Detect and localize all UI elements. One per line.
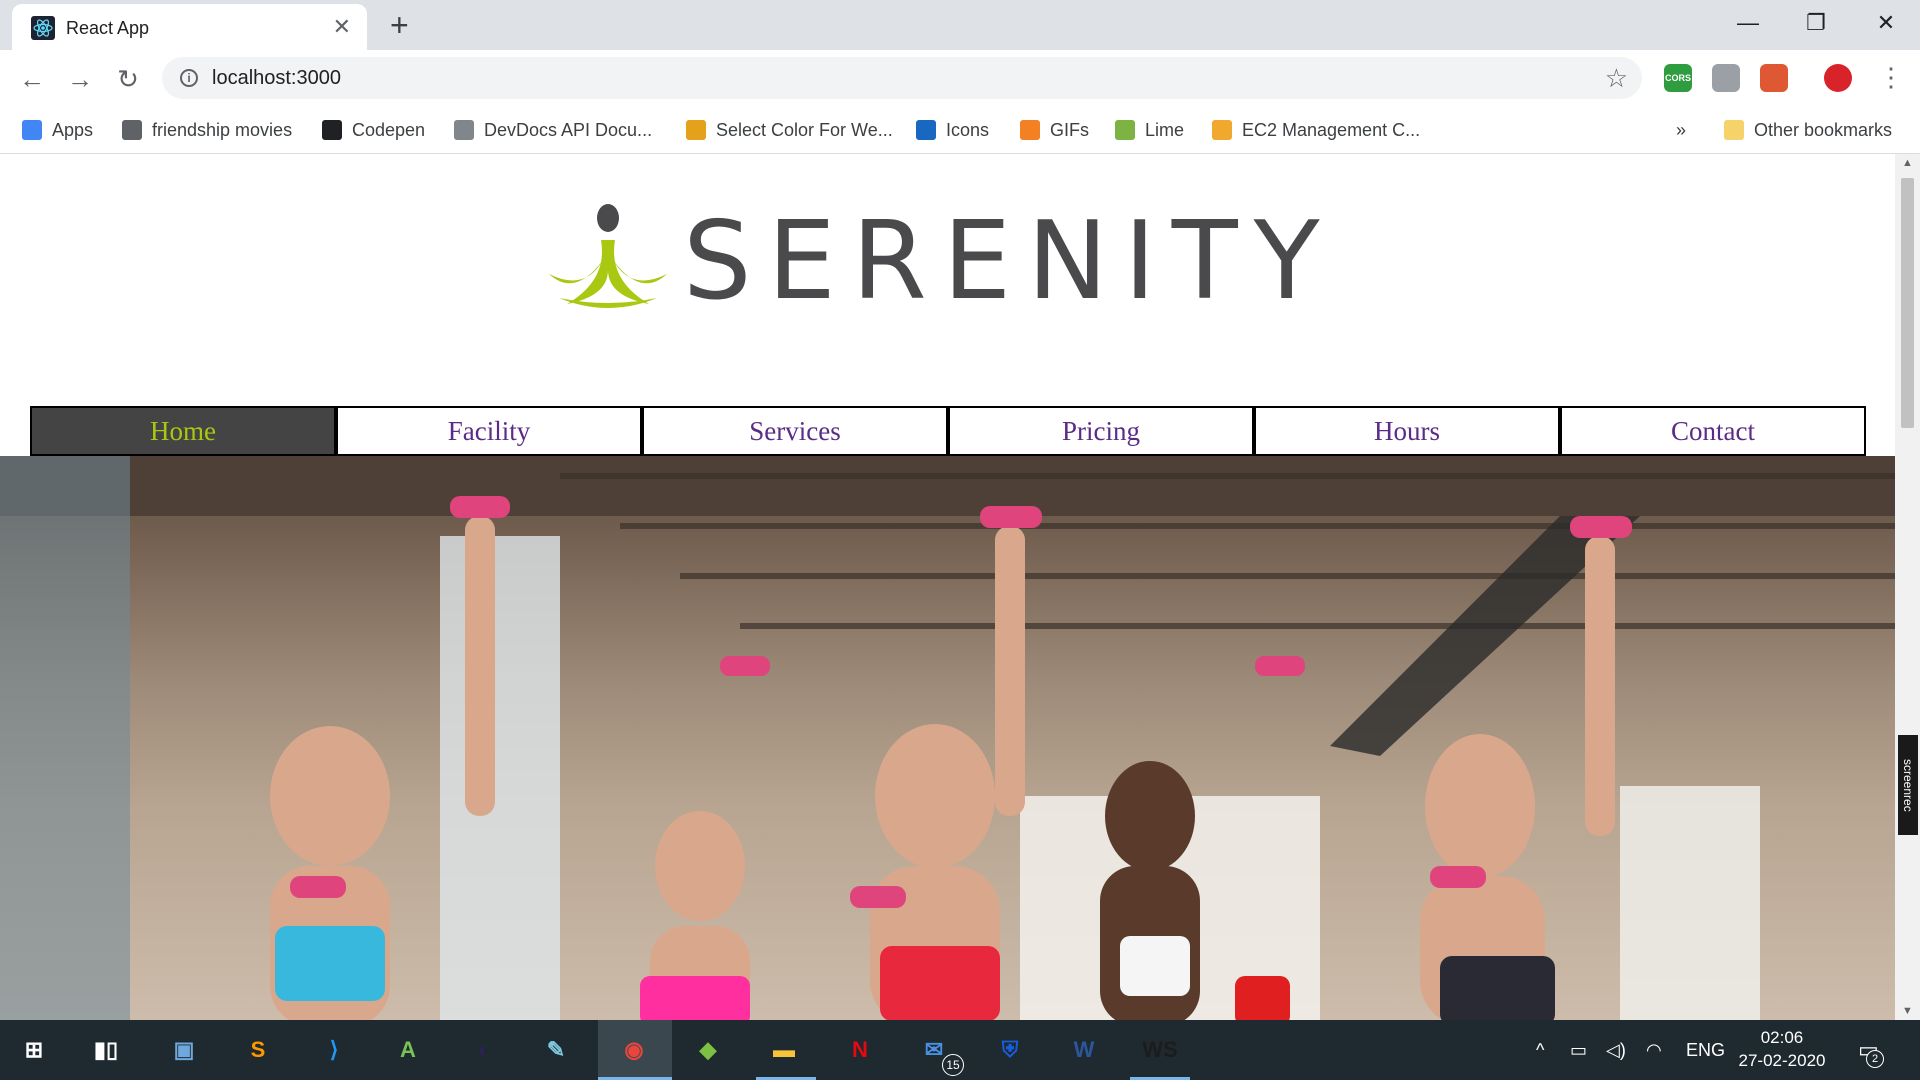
wifi-icon[interactable]: ◠ [1646,1036,1662,1064]
nav-item-facility[interactable]: Facility [336,406,642,456]
vuetify-icon [916,120,936,140]
battery-icon[interactable]: ▭ [1570,1036,1587,1064]
vscode-app[interactable]: ⟩ [312,1028,356,1072]
bluestacks-app[interactable]: ◆ [686,1028,730,1072]
nav-item-pricing[interactable]: Pricing [948,406,1254,456]
cube-extension-icon[interactable] [1712,64,1740,92]
sublime-text-app[interactable]: S [236,1028,280,1072]
site-navigation: Home Facility Services Pricing Hours Contact [30,406,1866,456]
duckduckgo-extension-icon[interactable] [1760,64,1788,92]
brand-name: SERENITY [683,199,1336,324]
bookmark-star-icon[interactable]: ☆ [1605,63,1628,94]
bookmarks-overflow-button[interactable]: » [1676,116,1686,144]
codepen-icon [322,120,342,140]
nav-item-hours[interactable]: Hours [1254,406,1560,456]
clock-time: 02:06 [1760,1028,1804,1047]
show-hidden-icons-chevron[interactable]: ^ [1536,1036,1544,1064]
gifs-stack-icon [1020,120,1040,140]
serenity-logo[interactable]: SERENITY [545,192,1335,322]
reload-icon[interactable]: ↻ [112,64,144,94]
netflix-app[interactable]: N [838,1028,882,1072]
window-close-button[interactable]: ✕ [1866,6,1906,40]
scroll-thumb[interactable] [1901,178,1914,428]
nav-item-home[interactable]: Home [30,406,336,456]
other-bookmarks[interactable]: Other bookmarks [1724,116,1892,144]
meditation-figure-icon [549,204,667,308]
folder-icon [1724,120,1744,140]
language-indicator[interactable]: ENG [1686,1036,1725,1064]
browser-tab[interactable]: React App ✕ [12,4,367,50]
lime-icon [1115,120,1135,140]
system-clock[interactable]: 02:06 27-02-2020 [1736,1026,1828,1072]
aws-box-icon [1212,120,1232,140]
bitwarden-app[interactable]: ⛨ [988,1028,1032,1072]
start-button[interactable]: ⊞ [12,1028,56,1072]
word-app[interactable]: W [1062,1028,1106,1072]
devdocs-icon [454,120,474,140]
cors-extension-icon[interactable]: CORS [1664,64,1692,92]
android-studio-app[interactable]: A [386,1028,430,1072]
react-logo-icon [31,16,55,40]
bookmark-label: Icons [946,120,990,140]
bookmark-item[interactable]: EC2 Management C... [1212,116,1420,144]
browser-toolbar: ← → ↻ i localhost:3000 ☆ CORS ⋮ [0,50,1920,106]
globe-icon [122,120,142,140]
other-bookmarks-label: Other bookmarks [1754,120,1893,140]
windows-taskbar: ⊞ ▮▯ ▣ S ⟩ A ◐ ✎ ◉ ◆ ▬ N ✉ ⛨ W WS 15 ^ ▭ ◁) ◠ ENG 02:06… [0,1020,1920,1080]
tab-strip: React App ✕ + — ❐ ✕ [0,0,1920,50]
volume-icon[interactable]: ◁) [1606,1036,1626,1064]
browser-menu-icon[interactable]: ⋮ [1878,62,1904,92]
nav-item-contact[interactable]: Contact [1560,406,1866,456]
bookmark-item[interactable]: Apps [22,116,93,144]
bookmark-label: friendship movies [152,120,293,140]
bookmark-item[interactable]: GIFs [1020,116,1089,144]
back-arrow-icon[interactable]: ← [16,64,48,94]
bookmark-item[interactable]: Codepen [322,116,425,144]
site-info-icon[interactable]: i [180,69,198,87]
tab-title: React App [66,18,150,38]
notepad-app[interactable]: ✎ [534,1028,578,1072]
bookmark-label: GIFs [1050,120,1089,140]
screenrec-watermark: screenrec [1898,735,1918,835]
bookmark-item[interactable]: DevDocs API Docu... [454,116,652,144]
window-minimize-button[interactable]: — [1728,6,1768,40]
file-explorer-app[interactable]: ▬ [762,1028,806,1072]
tab-close-icon[interactable]: ✕ [333,14,351,40]
bookmark-label: Codepen [352,120,426,140]
chrome-app[interactable]: ◉ [612,1028,656,1072]
clock-date: 27-02-2020 [1738,1051,1826,1070]
new-tab-button[interactable]: + [390,8,409,42]
mail-unread-badge: 15 [942,1054,964,1076]
nav-item-services[interactable]: Services [642,406,948,456]
page-scrollbar[interactable]: ▲ ▼ [1895,154,1920,1020]
eclipse-app[interactable]: ◐ [462,1028,506,1072]
scroll-down-arrow-icon[interactable]: ▼ [1895,1002,1920,1020]
url-text[interactable]: localhost:3000 [212,67,341,90]
forward-arrow-icon[interactable]: → [64,64,96,94]
bookmark-label: DevDocs API Docu... [484,120,653,140]
hero-image [0,456,1895,1020]
profile-avatar[interactable] [1824,64,1852,92]
apps-grid-icon [22,120,42,140]
fitness-class-photo [0,456,1895,1020]
webstorm-app[interactable]: WS [1138,1028,1182,1072]
address-bar[interactable]: i localhost:3000 ☆ [162,57,1642,99]
bookmark-label: EC2 Management C... [1242,120,1421,140]
task-view-button[interactable]: ▮▯ [84,1028,128,1072]
web-page: SERENITY Home Facility Services Pricing Hour… [0,154,1895,1020]
bookmark-label: Select Color For We... [716,120,893,140]
bookmark-item[interactable]: Icons [916,116,989,144]
bookmark-item[interactable]: friendship movies [122,116,292,144]
color-cup-icon [686,120,706,140]
bookmark-label: Apps [52,120,94,140]
bookmarks-bar: Apps friendship movies Codepen DevDocs API … [0,106,1920,154]
bookmark-item[interactable]: Lime [1115,116,1184,144]
bookmark-item[interactable]: Select Color For We... [686,116,893,144]
window-restore-button[interactable]: ❐ [1796,6,1836,40]
bookmark-label: Lime [1145,120,1185,140]
scroll-up-arrow-icon[interactable]: ▲ [1895,154,1920,172]
virtualbox-app[interactable]: ▣ [162,1028,206,1072]
notification-count-badge: 2 [1866,1050,1884,1068]
